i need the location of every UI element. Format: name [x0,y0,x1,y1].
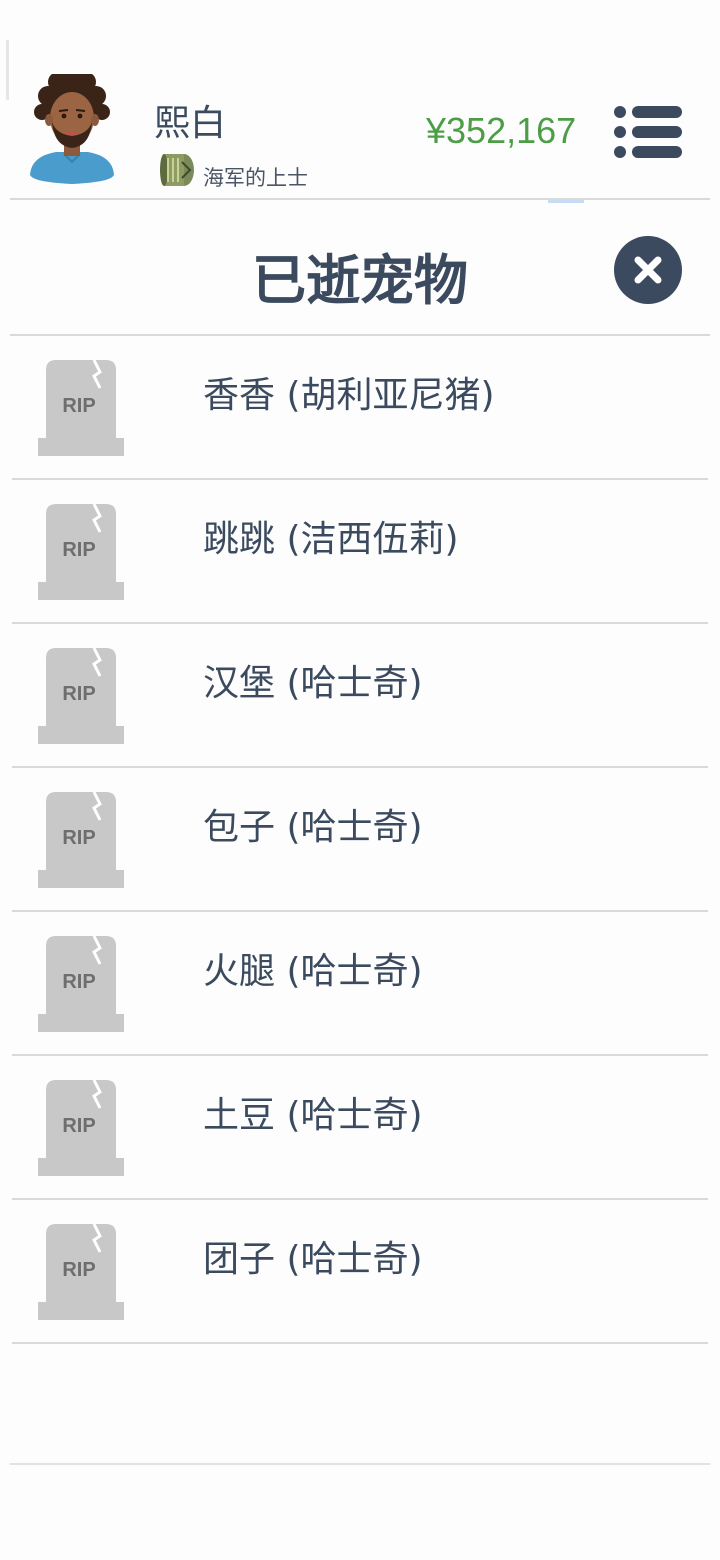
list-item[interactable]: RIP 香香 (胡利亚尼猪) [0,336,720,480]
svg-text:RIP: RIP [62,395,95,417]
tombstone-icon: RIP [38,791,124,888]
pet-name: 汉堡 (哈士奇) [203,663,423,704]
rank-label: 海军的上士 [203,166,308,190]
close-icon [634,256,662,284]
tombstone-icon: RIP [38,359,124,456]
avatar[interactable] [28,74,116,186]
header-accent [548,200,584,203]
svg-text:RIP: RIP [62,971,95,993]
svg-text:RIP: RIP [62,539,95,561]
close-button[interactable] [614,236,682,304]
rank-badge-icon [160,154,194,186]
deceased-pet-list: RIP 香香 (胡利亚尼猪) RIP 跳跳 (洁西伍莉) RIP 汉堡 (哈士奇… [0,336,720,1344]
list-item[interactable]: RIP 跳跳 (洁西伍莉) [0,480,720,624]
tombstone-icon: RIP [38,647,124,744]
tombstone-icon: RIP [38,1079,124,1176]
pet-name: 包子 (哈士奇) [203,807,423,848]
svg-text:RIP: RIP [62,1115,95,1137]
list-item[interactable]: RIP 火腿 (哈士奇) [0,912,720,1056]
pet-name: 团子 (哈士奇) [203,1239,423,1280]
svg-text:RIP: RIP [62,1259,95,1281]
pet-name: 土豆 (哈士奇) [203,1095,423,1136]
header: 熙白 海军的上士 ¥352,167 [0,0,720,200]
bottom-divider [10,1463,710,1465]
tombstone-icon: RIP [38,503,124,600]
dialog-title: 已逝宠物 [252,249,468,312]
list-item[interactable]: RIP 团子 (哈士奇) [0,1200,720,1344]
tombstone-icon: RIP [38,1223,124,1320]
list-item[interactable]: RIP 汉堡 (哈士奇) [0,624,720,768]
pet-name: 火腿 (哈士奇) [203,951,423,992]
header-divider [10,198,710,200]
money-balance: ¥352,167 [426,110,577,151]
svg-text:RIP: RIP [62,683,95,705]
svg-text:RIP: RIP [62,827,95,849]
tombstone-icon: RIP [38,935,124,1032]
menu-button[interactable] [612,104,684,160]
pet-name: 跳跳 (洁西伍莉) [203,519,459,560]
row-divider [12,1342,708,1344]
pet-name: 香香 (胡利亚尼猪) [203,375,495,416]
list-item[interactable]: RIP 土豆 (哈士奇) [0,1056,720,1200]
list-item[interactable]: RIP 包子 (哈士奇) [0,768,720,912]
user-name: 熙白 [154,103,227,144]
menu-list-icon [614,106,682,158]
